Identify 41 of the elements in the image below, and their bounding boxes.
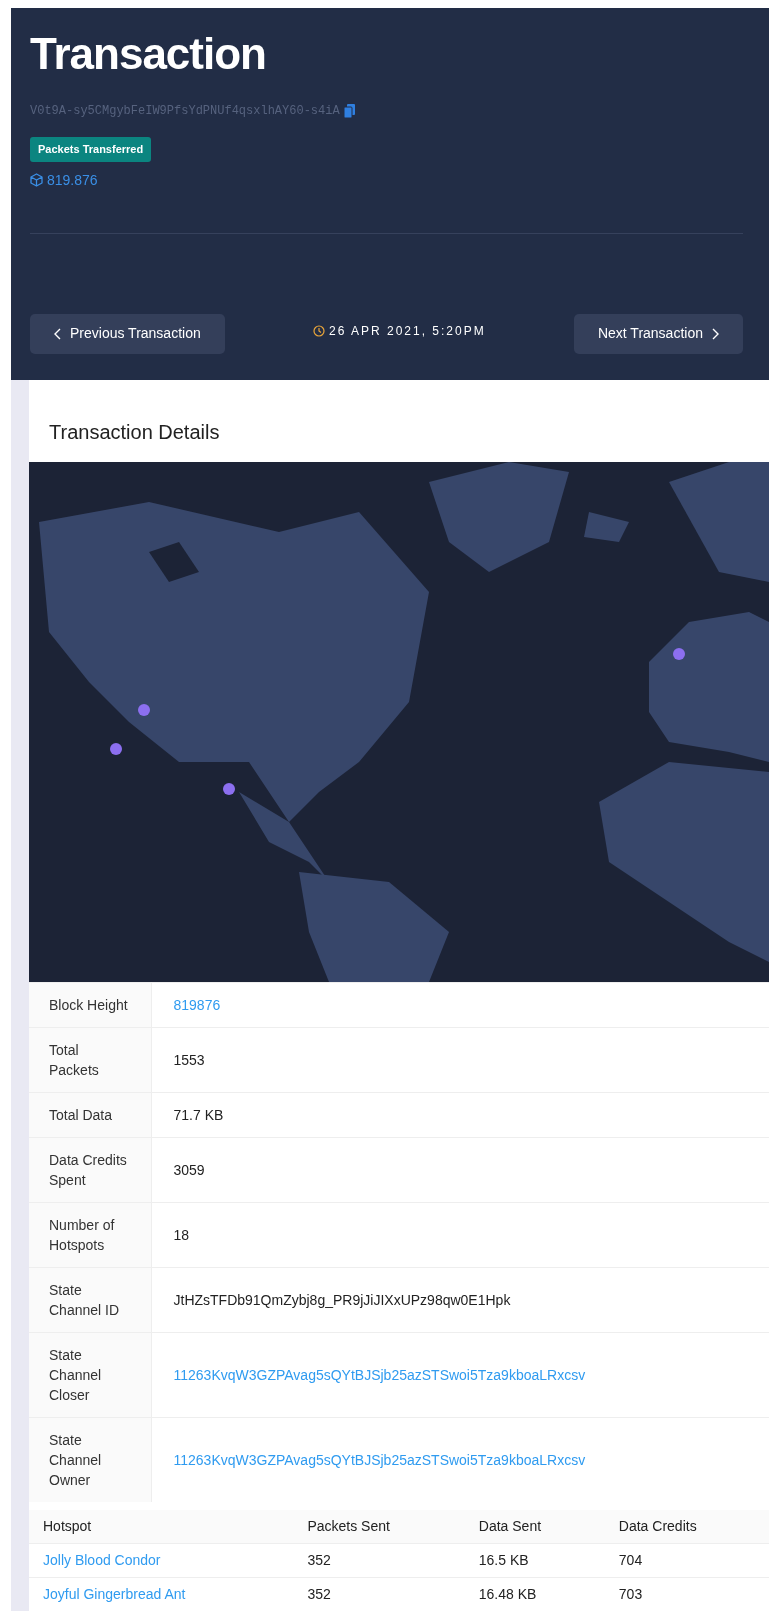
table-cell: 16.5 KB [478, 1551, 529, 1568]
chevron-left-icon [54, 327, 62, 340]
status-badge: Packets Transferred [30, 137, 152, 162]
row-label: Block Height [29, 982, 151, 1028]
hotspot-link[interactable]: Jolly Blood Condor [43, 1551, 161, 1568]
chevron-right-icon [711, 327, 719, 340]
cube-icon [30, 173, 43, 188]
clock-icon [312, 324, 325, 337]
row-label: State Channel ID [29, 1267, 151, 1333]
transaction-hash: V0t9A-sy5CMgybFeIW9PfsYdPNUf4qsxlhAY60-s4iA [30, 103, 340, 121]
row-label: Total Packets [29, 1027, 151, 1093]
hotspot-link[interactable]: Joyful Gingerbread Ant [43, 1585, 186, 1602]
column-header: Data Credits [604, 1509, 769, 1544]
column-header: Hotspot [29, 1509, 294, 1544]
page-title: Transaction [30, 30, 267, 79]
previous-button[interactable]: Previous Transaction [30, 313, 225, 354]
section-title: Transaction Details [48, 419, 221, 445]
column-header: Data Sent [464, 1509, 605, 1544]
column-header: Packets Sent [293, 1509, 465, 1544]
value-link[interactable]: 11263KvqW3GZPAvag5sQYtBJSjb25azSTSwoi5Tza9kboaLRxcsv [173, 1366, 586, 1383]
row-value: 1553 [173, 1051, 205, 1068]
row-label: Number of Hotspots [29, 1202, 151, 1268]
row-label: State Channel Owner [29, 1417, 151, 1502]
value-link[interactable]: 11263KvqW3GZPAvag5sQYtBJSjb25azSTSwoi5Tza9kboaLRxcsv [173, 1451, 586, 1468]
timestamp: 26 APR 2021, 5:20PM [328, 322, 486, 340]
next-button[interactable]: Next Transaction [573, 313, 743, 354]
table-cell: 703 [618, 1585, 643, 1602]
table-cell: 704 [618, 1551, 643, 1568]
copy-icon[interactable] [343, 104, 355, 119]
row-value: 71.7 KB [173, 1106, 224, 1123]
row-value: 18 [173, 1226, 190, 1243]
table-cell: 352 [307, 1551, 331, 1568]
row-label: Total Data [29, 1092, 151, 1138]
block-link[interactable]: 819.876 [47, 169, 98, 191]
table-cell: 352 [307, 1585, 331, 1602]
row-value: 3059 [173, 1161, 205, 1178]
row-label: State Channel Closer [29, 1332, 151, 1418]
value-link[interactable]: 819876 [173, 996, 221, 1013]
table-cell: 16.48 KB [478, 1585, 537, 1602]
row-value: JtHZsTFDb91QmZybj8g_PR9jJiJIXxUPz98qw0E1Hpk [173, 1291, 511, 1308]
row-label: Data Credits Spent [29, 1137, 151, 1203]
